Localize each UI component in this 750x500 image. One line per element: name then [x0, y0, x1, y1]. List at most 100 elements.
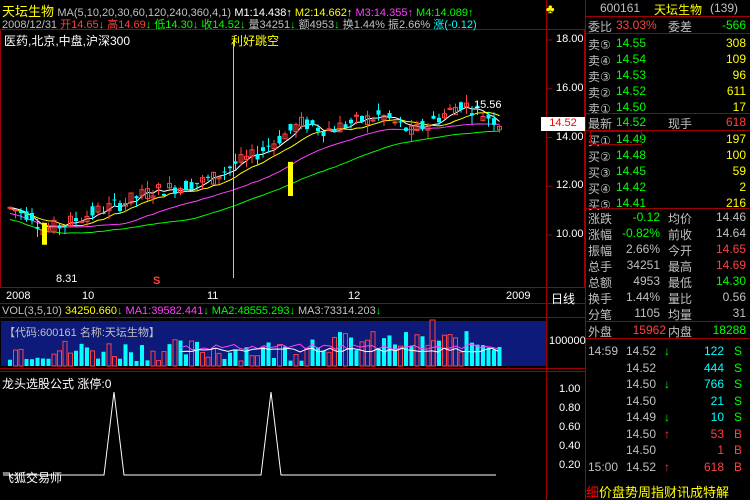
- candle-down: [288, 124, 293, 131]
- date-tick: 2008: [6, 290, 31, 302]
- volume-bar-down: [30, 359, 34, 366]
- volume-bar-down: [497, 346, 502, 366]
- stat-row: 振幅 2.66% 今开 14.65: [586, 241, 750, 258]
- candle-down: [321, 131, 326, 137]
- tick-price: 14.50: [626, 443, 657, 457]
- tab-list[interactable]: 价盘势周指财讯成特解: [599, 485, 729, 500]
- tick-volume: 444: [703, 360, 724, 375]
- candle-down: [233, 161, 238, 164]
- down-arrow-icon: ↓: [98, 19, 105, 31]
- tick-time: 14:59: [588, 344, 619, 358]
- vol-spec: VOL(3,5,10): [2, 305, 62, 317]
- high-label: 15.56: [474, 99, 502, 111]
- vol-ma1: MA1:39582.441: [125, 305, 204, 317]
- price-tick: 10.00: [556, 228, 584, 240]
- stat-row: 分笔 1105 均量 31: [586, 305, 750, 322]
- candle-down: [162, 194, 166, 196]
- inner-value: 18288: [712, 323, 746, 337]
- down-arrow-icon: ↓: [664, 344, 670, 358]
- down-arrow-icon: ↓: [289, 305, 295, 317]
- buy-price: 14.49: [616, 132, 647, 146]
- candle-down: [101, 212, 106, 214]
- stat-row: 换手 1.44% 量比 0.56: [586, 289, 750, 306]
- volume-bar-down: [140, 345, 144, 366]
- tab-detail[interactable]: 细: [586, 485, 599, 500]
- indicator-tick: 0.20: [559, 459, 581, 471]
- tick-side: B: [734, 459, 743, 474]
- volume-bar-down: [409, 346, 414, 366]
- tick-side: B: [734, 426, 743, 441]
- diff-value: -566: [721, 18, 746, 32]
- latest-price: 14.52: [616, 115, 647, 129]
- hand-value: 618: [725, 115, 746, 129]
- candle-down: [343, 124, 348, 129]
- candle-down: [112, 199, 117, 201]
- stat-value: 14.46: [715, 210, 746, 224]
- candle-down: [118, 203, 122, 211]
- volume-bar-down: [96, 358, 100, 366]
- tick-price: 14.49: [626, 410, 657, 424]
- candle-down: [184, 181, 188, 191]
- indicator-value: 涨停:0: [77, 377, 112, 391]
- candle-down: [30, 212, 34, 221]
- sell-row: 卖② 14.52 611: [586, 83, 750, 100]
- quote-code: 600161: [600, 1, 641, 15]
- tick-side: S: [734, 410, 743, 424]
- price-tick: 18.00: [556, 33, 584, 45]
- down-arrow-icon: ↓: [145, 19, 152, 31]
- buy-volume: 59: [732, 164, 746, 178]
- alarm-icon[interactable]: ♣: [546, 1, 555, 16]
- date-tick: 2009: [506, 290, 531, 302]
- volume-bar-down: [222, 358, 227, 366]
- header-line-2: 2008/12/31 开14.65↓ 高14.69↓ 低14.30↓ 收14.5…: [2, 16, 477, 32]
- down-arrow-icon: ↓: [375, 305, 382, 317]
- candle-up: [354, 114, 359, 117]
- bar-low: 低14.30: [154, 19, 193, 31]
- price-tick: 16.00: [556, 81, 584, 94]
- volume-bar-down: [310, 339, 315, 366]
- candle-down: [305, 119, 309, 130]
- buy-price: 14.48: [616, 148, 647, 162]
- volume-bar-down: [464, 331, 469, 366]
- code-label: 【代码:600161 名称:天坛生物】: [4, 327, 160, 339]
- volume-axis-tick: 100000: [549, 335, 586, 347]
- tick-row: 14:59 14.52 ↓ 122 S: [586, 343, 750, 359]
- tick-volume: 618: [703, 459, 724, 474]
- sell-price: 14.54: [616, 52, 647, 66]
- buy-volume: 100: [725, 148, 746, 162]
- vol-ma3: MA3:73314.203: [298, 305, 376, 317]
- indicator-header: 龙头选股公式 涨停:0: [2, 375, 111, 392]
- candle-down: [470, 113, 474, 116]
- stat-value: 31: [732, 306, 746, 320]
- stat-value: -0.82%: [621, 226, 660, 240]
- indicator-tick: 0.80: [559, 402, 581, 414]
- up-arrow-icon: ↑: [664, 459, 670, 474]
- quote-count: (139): [710, 1, 739, 15]
- down-arrow-icon: ↓: [192, 19, 199, 31]
- volume-bar-down: [321, 350, 326, 366]
- sell-price: 14.53: [616, 68, 647, 82]
- candle-down: [261, 147, 265, 152]
- volume-bar-down: [178, 340, 183, 366]
- highlight-candle: [42, 222, 47, 245]
- function-tabs[interactable]: 细价盘势周指财讯成特解: [586, 482, 750, 500]
- up-arrow-icon: ↑: [664, 426, 670, 441]
- period-label[interactable]: 日线: [551, 290, 575, 307]
- sell-signal-marker: S: [153, 275, 161, 287]
- outer-value: 15962: [632, 323, 666, 337]
- indicator-tick: 0.60: [559, 421, 581, 433]
- tick-price: 14.50: [626, 393, 657, 408]
- volume-bar-down: [283, 346, 287, 366]
- candle-down: [195, 182, 199, 184]
- bar-change: 涨(-0.12): [433, 19, 477, 31]
- candle-down: [228, 166, 232, 169]
- volume-bar-down: [85, 347, 89, 366]
- quote-divider: [586, 113, 750, 114]
- tick-volume: 1: [717, 443, 724, 457]
- volume-bar-down: [195, 341, 199, 366]
- candle-down: [57, 225, 62, 229]
- down-arrow-icon: ↓: [664, 377, 670, 391]
- candle-down: [206, 176, 210, 178]
- candle-down: [35, 226, 40, 229]
- sell-volume: 109: [725, 52, 746, 66]
